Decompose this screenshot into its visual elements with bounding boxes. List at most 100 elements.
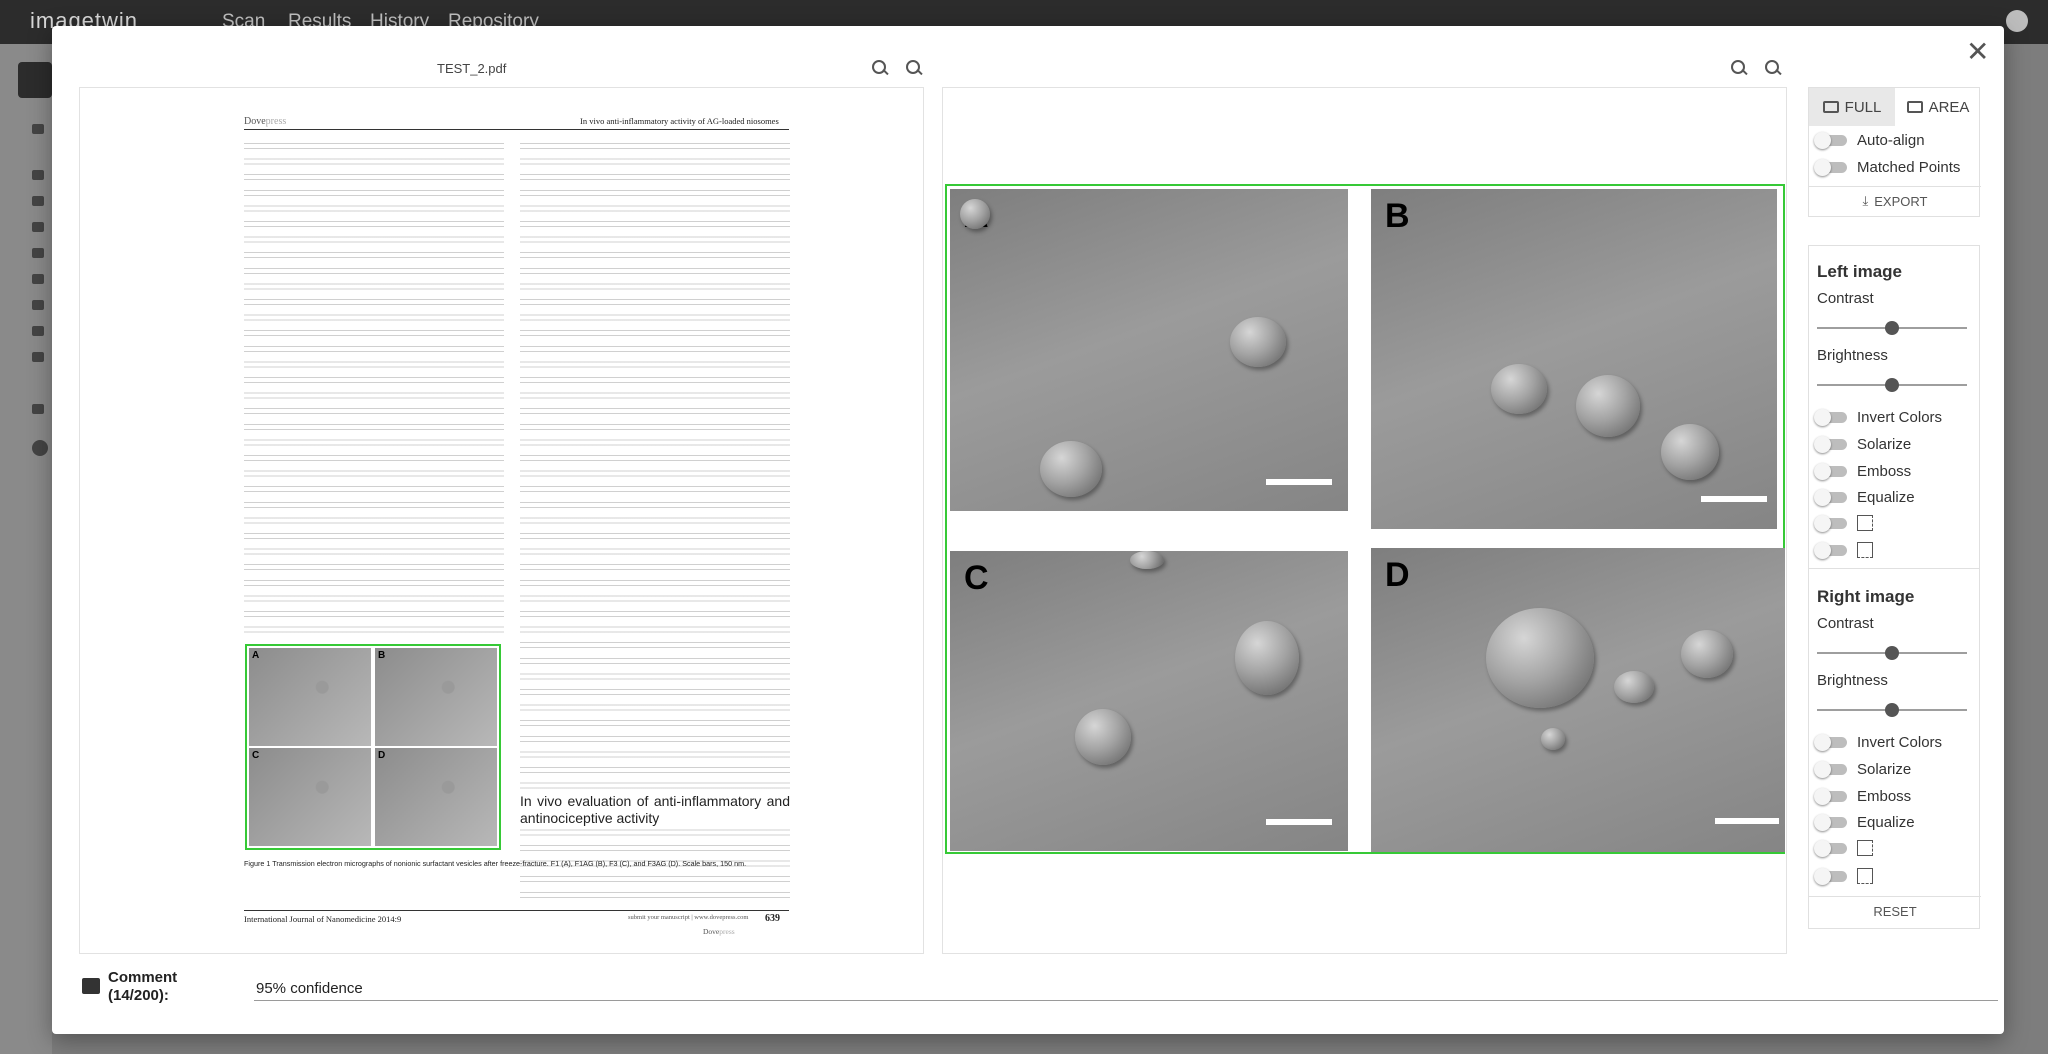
right-zoom-out-icon[interactable] bbox=[1730, 59, 1748, 77]
auto-align-toggle[interactable] bbox=[1814, 132, 1847, 149]
left-zoom-out-icon[interactable] bbox=[871, 59, 889, 77]
pdf-figure-panel-a: A bbox=[249, 648, 371, 746]
user-avatar-icon[interactable] bbox=[2006, 10, 2028, 32]
auto-align-row[interactable]: Auto-align bbox=[1814, 132, 1925, 149]
left-mirror-row[interactable] bbox=[1814, 514, 1873, 532]
matched-points-row[interactable]: Matched Points bbox=[1814, 159, 1960, 176]
matched-image-region: A B C D bbox=[945, 184, 1785, 854]
background-sidebar bbox=[0, 44, 52, 1054]
left-mirror-toggle[interactable] bbox=[1814, 514, 1847, 532]
right-mirror-row[interactable] bbox=[1814, 839, 1873, 857]
left-equalize-row[interactable]: Equalize bbox=[1814, 489, 1915, 506]
pdf-column-1 bbox=[244, 143, 504, 638]
pdf-header-brand: Dovepress bbox=[244, 116, 287, 127]
left-flip-toggle[interactable] bbox=[1814, 541, 1847, 559]
flip-vertical-icon bbox=[1857, 542, 1873, 558]
left-file-name: TEST_2.pdf bbox=[437, 61, 507, 76]
left-invert-row[interactable]: Invert Colors bbox=[1814, 409, 1942, 426]
sidebar-columns-icon bbox=[32, 326, 44, 336]
right-invert-row[interactable]: Invert Colors bbox=[1814, 734, 1942, 751]
pdf-section-heading: In vivo evaluation of anti-inflammatory … bbox=[520, 793, 790, 827]
sidebar-avatar-icon bbox=[32, 440, 48, 456]
left-contrast-label: Contrast bbox=[1817, 290, 1874, 307]
sidebar-filter-icon bbox=[32, 170, 44, 180]
sidebar-gallery-icon bbox=[32, 274, 44, 284]
flip-vertical-icon bbox=[1857, 868, 1873, 884]
right-image-viewer[interactable]: A B C D bbox=[942, 87, 1787, 954]
image-icon bbox=[1906, 101, 1923, 113]
left-emboss-row[interactable]: Emboss bbox=[1814, 463, 1911, 480]
export-button[interactable]: ⤓ EXPORT bbox=[1809, 186, 1981, 215]
right-equalize-row[interactable]: Equalize bbox=[1814, 814, 1915, 831]
flip-horizontal-icon bbox=[1857, 515, 1873, 531]
right-flip-toggle[interactable] bbox=[1814, 867, 1847, 885]
right-emboss-row[interactable]: Emboss bbox=[1814, 788, 1911, 805]
pdf-figure-caption: Figure 1 Transmission electron micrograp… bbox=[244, 859, 747, 868]
right-flip-row[interactable] bbox=[1814, 867, 1873, 885]
right-contrast-slider[interactable] bbox=[1817, 646, 1967, 660]
adjustments-divider bbox=[1809, 568, 1979, 569]
pdf-header-title: In vivo anti-inflammatory activity of AG… bbox=[580, 116, 779, 126]
comment-icon bbox=[82, 978, 100, 994]
right-brightness-slider[interactable] bbox=[1817, 703, 1967, 717]
micrograph-panel-a: A bbox=[950, 189, 1348, 511]
matched-points-toggle[interactable] bbox=[1814, 159, 1847, 176]
right-invert-toggle[interactable] bbox=[1814, 734, 1847, 751]
pdf-footer-brand: Dovepress bbox=[703, 927, 735, 936]
right-contrast-label: Contrast bbox=[1817, 615, 1874, 632]
micrograph-panel-c: C bbox=[950, 551, 1348, 851]
pdf-page-number: 639 bbox=[765, 913, 780, 924]
right-mirror-toggle[interactable] bbox=[1814, 839, 1847, 857]
right-emboss-toggle[interactable] bbox=[1814, 788, 1847, 805]
sidebar-doc-icon bbox=[32, 124, 44, 134]
micrograph-panel-b: B bbox=[1371, 189, 1777, 529]
pdf-footer-rule bbox=[244, 910, 789, 911]
adjustments-card: Left image Contrast Brightness Invert Co… bbox=[1808, 245, 1981, 929]
right-solarize-row[interactable]: Solarize bbox=[1814, 761, 1911, 778]
close-icon[interactable]: ✕ bbox=[1966, 38, 1989, 66]
left-emboss-toggle[interactable] bbox=[1814, 463, 1847, 480]
left-flip-row[interactable] bbox=[1814, 541, 1873, 559]
right-brightness-label: Brightness bbox=[1817, 672, 1888, 689]
pdf-page: Dovepress In vivo anti-inflammatory acti… bbox=[80, 88, 923, 953]
sidebar-list-icon bbox=[32, 196, 44, 206]
pdf-footer-link: submit your manuscript | www.dovepress.c… bbox=[628, 914, 749, 921]
left-contrast-slider[interactable] bbox=[1817, 321, 1967, 335]
left-brightness-slider[interactable] bbox=[1817, 378, 1967, 392]
pdf-figure-panel-c: C bbox=[249, 748, 371, 846]
full-screen-icon bbox=[1822, 101, 1839, 113]
left-invert-toggle[interactable] bbox=[1814, 409, 1847, 426]
pdf-footer-journal: International Journal of Nanomedicine 20… bbox=[244, 914, 402, 924]
view-mode-card: FULL AREA Auto-align Matched Points ⤓ EX… bbox=[1808, 87, 1981, 217]
sidebar-rows-icon bbox=[32, 300, 44, 310]
pdf-figure-panel-d: D bbox=[375, 748, 497, 846]
left-solarize-toggle[interactable] bbox=[1814, 436, 1847, 453]
area-mode-button[interactable]: AREA bbox=[1895, 88, 1981, 126]
pdf-figure-panel-b: B bbox=[375, 648, 497, 746]
pdf-column-2: In vivo evaluation of anti-inflammatory … bbox=[520, 143, 790, 898]
full-mode-button[interactable]: FULL bbox=[1809, 88, 1895, 126]
right-image-title: Right image bbox=[1817, 587, 1915, 606]
comment-input[interactable] bbox=[254, 976, 1998, 1001]
micrograph-panel-d: D bbox=[1371, 548, 1785, 852]
left-image-viewer[interactable]: Dovepress In vivo anti-inflammatory acti… bbox=[79, 87, 924, 954]
left-equalize-toggle[interactable] bbox=[1814, 489, 1847, 506]
pdf-header-rule bbox=[244, 129, 789, 130]
sidebar-clipboard-icon bbox=[18, 62, 52, 98]
left-image-title: Left image bbox=[1817, 262, 1903, 281]
left-solarize-row[interactable]: Solarize bbox=[1814, 436, 1911, 453]
left-brightness-label: Brightness bbox=[1817, 347, 1888, 364]
reset-button[interactable]: RESET bbox=[1809, 896, 1981, 925]
right-equalize-toggle[interactable] bbox=[1814, 814, 1847, 831]
sidebar-circle-icon bbox=[32, 222, 44, 232]
right-zoom-in-icon[interactable] bbox=[1764, 59, 1782, 77]
sidebar-gear-icon bbox=[32, 352, 44, 362]
comment-label: Comment (14/200): bbox=[108, 969, 178, 1004]
sidebar-menu-icon bbox=[32, 404, 44, 414]
left-zoom-in-icon[interactable] bbox=[905, 59, 923, 77]
pdf-figure-match-region: A B C D bbox=[245, 644, 501, 850]
comparison-modal: ✕ TEST_2.pdf Dovepress In vivo anti-infl… bbox=[52, 26, 2004, 1034]
right-solarize-toggle[interactable] bbox=[1814, 761, 1847, 778]
download-icon: ⤓ bbox=[1862, 193, 1869, 208]
flip-horizontal-icon bbox=[1857, 840, 1873, 856]
